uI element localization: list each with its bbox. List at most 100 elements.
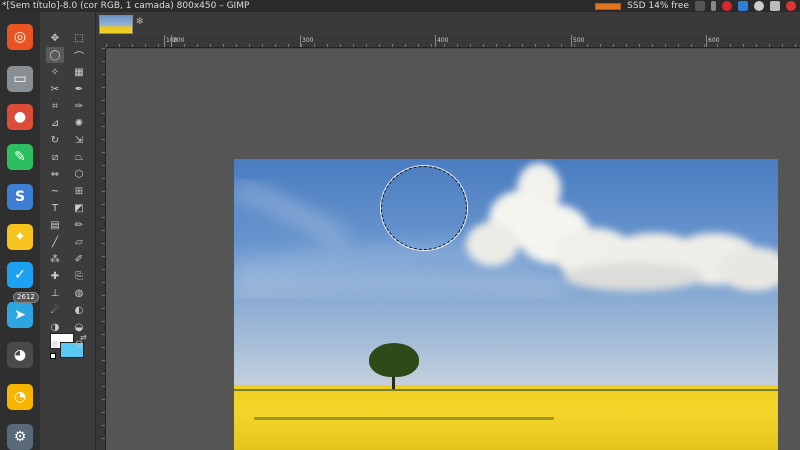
image-tab-thumbnail[interactable] — [99, 15, 133, 34]
scissors-tool-icon[interactable]: ✂ — [46, 81, 64, 97]
ruler-minor-tick — [288, 44, 289, 47]
launcher: ◎ ▭ ● ✎ S ✦ ✓ ➤ 2612 ◕ ◔ ⚙ — [0, 12, 40, 450]
launcher-item-ubuntu[interactable]: ◎ — [3, 20, 37, 54]
disk-status[interactable]: SSD 14% free — [627, 0, 689, 12]
ssd-bar-icon[interactable] — [595, 2, 622, 10]
ruler-minor-tick — [102, 230, 105, 231]
perspective-tool-icon[interactable]: ⏢ — [70, 149, 88, 165]
ruler-minor-tick — [522, 44, 523, 47]
mega-icon[interactable] — [722, 1, 732, 11]
crop-tool-icon[interactable]: ⌗ — [46, 98, 64, 114]
unified-transform-tool-icon[interactable]: ⊞ — [70, 183, 88, 199]
search-tool-icon[interactable]: ⊙ — [70, 336, 88, 352]
horizontal-ruler[interactable]: 100200300400500600 — [106, 35, 800, 48]
ruler-major-tick — [171, 35, 172, 47]
color-picker-tool-icon[interactable]: ✑ — [70, 98, 88, 114]
bucket-fill-tool-icon[interactable]: ◩ — [70, 200, 88, 216]
launcher-item-gimp[interactable]: ◕ — [3, 338, 37, 372]
paths-tool-icon[interactable]: ✒ — [70, 81, 88, 97]
telegram-unread-badge: 2612 — [13, 292, 39, 303]
launcher-item-telegram[interactable]: ➤ 2612 — [3, 292, 39, 332]
default-colors-icon[interactable] — [50, 353, 56, 359]
ellipse-select-tool-icon[interactable]: ◯ — [46, 47, 64, 63]
warp-tool-icon[interactable]: ~ — [46, 183, 64, 199]
ruler-minor-tick — [717, 44, 718, 47]
ruler-minor-tick — [102, 386, 105, 387]
sme-icon[interactable] — [695, 1, 705, 11]
launcher-item-settings[interactable]: ⚙ — [3, 420, 37, 450]
ruler-minor-tick — [652, 44, 653, 47]
blend-tool-icon[interactable]: ▤ — [46, 217, 64, 233]
tab-close-icon[interactable]: ✻ — [136, 17, 144, 27]
rect-select-tool-icon[interactable]: ⬚ — [70, 30, 88, 46]
launcher-item-rss[interactable]: ◔ — [3, 380, 37, 414]
network-icon[interactable] — [770, 1, 780, 11]
ruler-minor-tick — [102, 399, 105, 400]
ruler-minor-tick — [613, 44, 614, 47]
measure-tool-icon[interactable]: ⊿ — [46, 115, 64, 131]
ruler-minor-tick — [102, 425, 105, 426]
ruler-corner — [96, 36, 106, 48]
image-canvas[interactable] — [234, 159, 778, 450]
ruler-minor-tick — [102, 243, 105, 244]
ruler-minor-tick — [535, 44, 536, 47]
color-select-tool-icon[interactable]: ▦ — [70, 64, 88, 80]
launcher-item-chrome[interactable]: ● — [3, 100, 37, 134]
ruler-minor-tick — [210, 44, 211, 47]
twitter-icon: ✓ — [7, 262, 33, 288]
pencil-tool-icon[interactable]: ✏ — [70, 217, 88, 233]
vertical-ruler[interactable] — [96, 48, 106, 450]
ruler-minor-tick — [102, 412, 105, 413]
magnify-tool-icon[interactable]: ⊕ — [46, 336, 64, 352]
fuzzy-select-tool-icon[interactable]: ✧ — [46, 64, 64, 80]
ruler-minor-tick — [102, 321, 105, 322]
desaturate-tool-icon[interactable]: ◒ — [70, 319, 88, 335]
flip-tool-icon[interactable]: ⇔ — [46, 166, 64, 182]
perspective-clone-tool-icon[interactable]: ⊥ — [46, 285, 64, 301]
ruler-minor-tick — [743, 44, 744, 47]
launcher-item-twitter[interactable]: ✓ — [3, 258, 37, 292]
ruler-minor-tick — [457, 44, 458, 47]
launcher-item-evernote[interactable]: ✎ — [3, 140, 37, 174]
ruler-minor-tick — [102, 126, 105, 127]
ruler-tick-label: 600 — [708, 37, 720, 44]
text-tool-icon[interactable]: T — [46, 200, 64, 216]
smudge-tool-icon[interactable]: ☄ — [46, 302, 64, 318]
rss-icon: ◔ — [7, 384, 33, 410]
thermometer-icon[interactable] — [711, 1, 716, 11]
notification-icon[interactable] — [786, 1, 796, 11]
ruler-minor-tick — [197, 44, 198, 47]
tree-crown — [369, 343, 419, 377]
launcher-item-simplenote[interactable]: S — [3, 180, 37, 214]
zoom-tool-icon[interactable]: ✺ — [70, 115, 88, 131]
blur-tool-icon[interactable]: ◍ — [70, 285, 88, 301]
ruler-minor-tick — [691, 44, 692, 47]
clouds-graphic — [234, 163, 778, 295]
dodge-tool-icon[interactable]: ◐ — [70, 302, 88, 318]
cage-tool-icon[interactable]: ⬡ — [70, 166, 88, 182]
launcher-item-lightbulb[interactable]: ✦ — [3, 220, 37, 254]
ruler-minor-tick — [102, 360, 105, 361]
ruler-minor-tick — [600, 44, 601, 47]
shear-tool-icon[interactable]: ⧄ — [46, 149, 64, 165]
system-tray: SSD 14% free — [595, 0, 796, 12]
ellipse-selection[interactable] — [381, 166, 467, 250]
dropbox-icon[interactable] — [738, 1, 748, 11]
free-select-tool-icon[interactable]: ⌒ — [70, 47, 88, 63]
clone-tool-icon[interactable]: ⎘ — [70, 268, 88, 284]
files-icon: ▭ — [7, 66, 33, 92]
scale-tool-icon[interactable]: ⇲ — [70, 132, 88, 148]
toolbox: ⇄ ✥ ⬚ ◯ ⌒ ✧ ▦ ✂ ✒ ⌗ ✑ ⊿ ✺ ↻ ⇲ ⧄ ⏢ ⇔ ⬡ ~ ⊞ T ◩ ▤ ✏ ╱ ▱ ⁂ ✐ ✚ ⎘ ⊥ ◍ ☄ ◐ ◑ ◒ ⊕ ⊙ — [40, 12, 96, 450]
eraser-tool-icon[interactable]: ▱ — [70, 234, 88, 250]
heal-tool-icon[interactable]: ✚ — [46, 268, 64, 284]
ruler-minor-tick — [102, 308, 105, 309]
move-tool-icon[interactable]: ✥ — [46, 30, 64, 46]
ink-tool-icon[interactable]: ✐ — [70, 251, 88, 267]
rotate-tool-icon[interactable]: ↻ — [46, 132, 64, 148]
ruler-minor-tick — [366, 44, 367, 47]
launcher-item-files[interactable]: ▭ — [3, 62, 37, 96]
paintbrush-tool-icon[interactable]: ╱ — [46, 234, 64, 250]
cloud-icon[interactable] — [754, 1, 764, 11]
airbrush-tool-icon[interactable]: ⁂ — [46, 251, 64, 267]
burn-tool-icon[interactable]: ◑ — [46, 319, 64, 335]
